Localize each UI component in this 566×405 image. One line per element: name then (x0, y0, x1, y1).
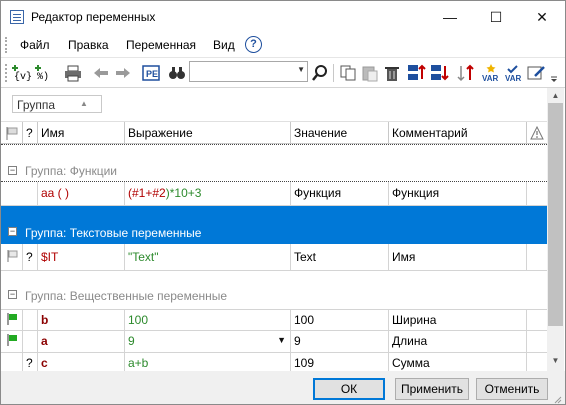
add-function-icon[interactable]: %) (35, 63, 55, 83)
parameters-icon[interactable]: PE (141, 63, 161, 83)
check-var-icon[interactable]: VAR (504, 63, 524, 83)
var-q: ? (23, 244, 38, 270)
scroll-up-icon[interactable]: ▲ (547, 88, 564, 103)
delete-icon[interactable] (382, 63, 402, 83)
chevron-down-icon[interactable]: ▼ (277, 335, 286, 345)
menu-bar: Файл Правка Переменная Вид (1, 33, 565, 57)
cancel-button[interactable]: Отменить (476, 378, 548, 400)
var-name: a (38, 331, 125, 352)
var-comment: Имя (389, 244, 527, 270)
var-expression: (#1+#2)*10+3 (125, 182, 291, 205)
new-var-icon[interactable]: VAR (481, 63, 501, 83)
redo-icon[interactable] (113, 63, 133, 83)
undo-icon[interactable] (91, 63, 111, 83)
svg-text:VAR: VAR (482, 74, 499, 83)
menu-grip (5, 37, 8, 53)
apply-button[interactable]: Применить (395, 378, 469, 400)
var-name: $IT (38, 244, 125, 270)
ok-button[interactable]: ОК (313, 378, 385, 400)
scroll-down-icon[interactable]: ▼ (547, 353, 564, 368)
minimize-button[interactable]: — (427, 1, 473, 33)
variables-editor-window: Редактор переменных — ☐ ✕ Файл Правка Пе… (0, 0, 566, 405)
col-header-q[interactable]: ? (23, 122, 38, 144)
collapse-icon[interactable]: − (8, 227, 17, 236)
binoculars-icon[interactable] (167, 63, 187, 83)
maximize-button[interactable]: ☐ (473, 1, 519, 33)
col-header-value[interactable]: Значение (291, 122, 389, 144)
var-q (23, 331, 38, 352)
sort-icon[interactable] (456, 63, 476, 83)
col-header-expression[interactable]: Выражение (125, 122, 291, 144)
chevron-down-icon[interactable]: ▼ (297, 65, 305, 74)
col-header-flag[interactable] (1, 122, 23, 144)
sort-up-icon: ▲ (80, 99, 88, 108)
close-button[interactable]: ✕ (519, 1, 565, 33)
edit-var-icon[interactable] (527, 63, 547, 83)
group-label: Группа: Вещественные переменные (25, 289, 228, 303)
svg-text:%): %) (37, 71, 49, 83)
grid-header: ? Имя Выражение Значение Комментарий (1, 121, 547, 144)
var-expression: 9 (128, 334, 135, 348)
add-variable-icon[interactable]: {v} (12, 63, 32, 83)
vertical-scrollbar[interactable]: ▲ ▼ (547, 88, 564, 371)
print-icon[interactable] (63, 63, 83, 83)
warning-icon[interactable] (527, 122, 547, 144)
group-header-real-vars[interactable]: − Группа: Вещественные переменные (1, 271, 547, 309)
flag-icon (7, 250, 18, 262)
app-icon (10, 10, 24, 24)
help-icon[interactable]: ? (245, 36, 262, 53)
group-header-functions[interactable]: − Группа: Функции (1, 144, 547, 182)
var-value: Функция (291, 182, 389, 205)
var-q (23, 310, 38, 330)
var-expression: 100 (125, 310, 291, 330)
table-row[interactable]: ? $IT "Text" Text Имя (1, 244, 547, 271)
var-expression-editor[interactable]: 9 ▼ (125, 331, 291, 352)
search-combobox[interactable]: ▼ (189, 61, 308, 82)
var-comment: Ширина (389, 310, 527, 330)
title-bar[interactable]: Редактор переменных — ☐ ✕ (1, 1, 565, 33)
paste-icon[interactable] (360, 63, 380, 83)
toolbar-grip (5, 64, 8, 82)
col-header-comment[interactable]: Комментарий (389, 122, 527, 144)
var-value: 9 (291, 331, 389, 352)
group-by-label: Группа (17, 98, 56, 112)
green-flag-icon (7, 313, 17, 325)
resize-grip-icon[interactable] (552, 393, 562, 404)
group-header-text-vars[interactable]: − Группа: Текстовые переменные (1, 206, 547, 244)
group-by-dropdown[interactable]: Группа ▲ (12, 95, 102, 113)
table-row[interactable]: a 9 ▼ 9 Длина (1, 331, 547, 353)
window-title: Редактор переменных (31, 10, 156, 24)
scrollbar-thumb[interactable] (548, 103, 563, 326)
table-row[interactable]: b 100 100 Ширина (1, 309, 547, 331)
green-flag-icon (7, 334, 17, 346)
group-label: Группа: Функции (25, 164, 117, 178)
find-icon[interactable] (310, 63, 330, 83)
var-name: aa ( ) (38, 182, 125, 205)
svg-text:VAR: VAR (505, 74, 522, 83)
table-row[interactable]: aa ( ) (#1+#2)*10+3 Функция Функция (1, 182, 547, 206)
var-name: b (38, 310, 125, 330)
svg-text:{v}: {v} (14, 71, 32, 83)
dialog-button-bar: ОК Применить Отменить (1, 371, 565, 404)
move-down-icon[interactable] (430, 63, 450, 83)
group-label: Группа: Текстовые переменные (25, 226, 202, 240)
copy-icon[interactable] (338, 63, 358, 83)
move-up-icon[interactable] (407, 63, 427, 83)
var-comment: Функция (389, 182, 527, 205)
collapse-icon[interactable]: − (8, 166, 17, 175)
svg-text:PE: PE (146, 69, 158, 79)
toolbar-overflow-icon[interactable] (548, 63, 560, 83)
menu-edit[interactable]: Правка (68, 38, 109, 52)
col-header-name[interactable]: Имя (38, 122, 125, 144)
var-value: 100 (291, 310, 389, 330)
menu-view[interactable]: Вид (213, 38, 235, 52)
var-comment: Длина (389, 331, 527, 352)
var-value: Text (291, 244, 389, 270)
menu-variable[interactable]: Переменная (126, 38, 196, 52)
var-expression: "Text" (125, 244, 291, 270)
collapse-icon[interactable]: − (8, 290, 17, 299)
menu-file[interactable]: Файл (20, 38, 50, 52)
